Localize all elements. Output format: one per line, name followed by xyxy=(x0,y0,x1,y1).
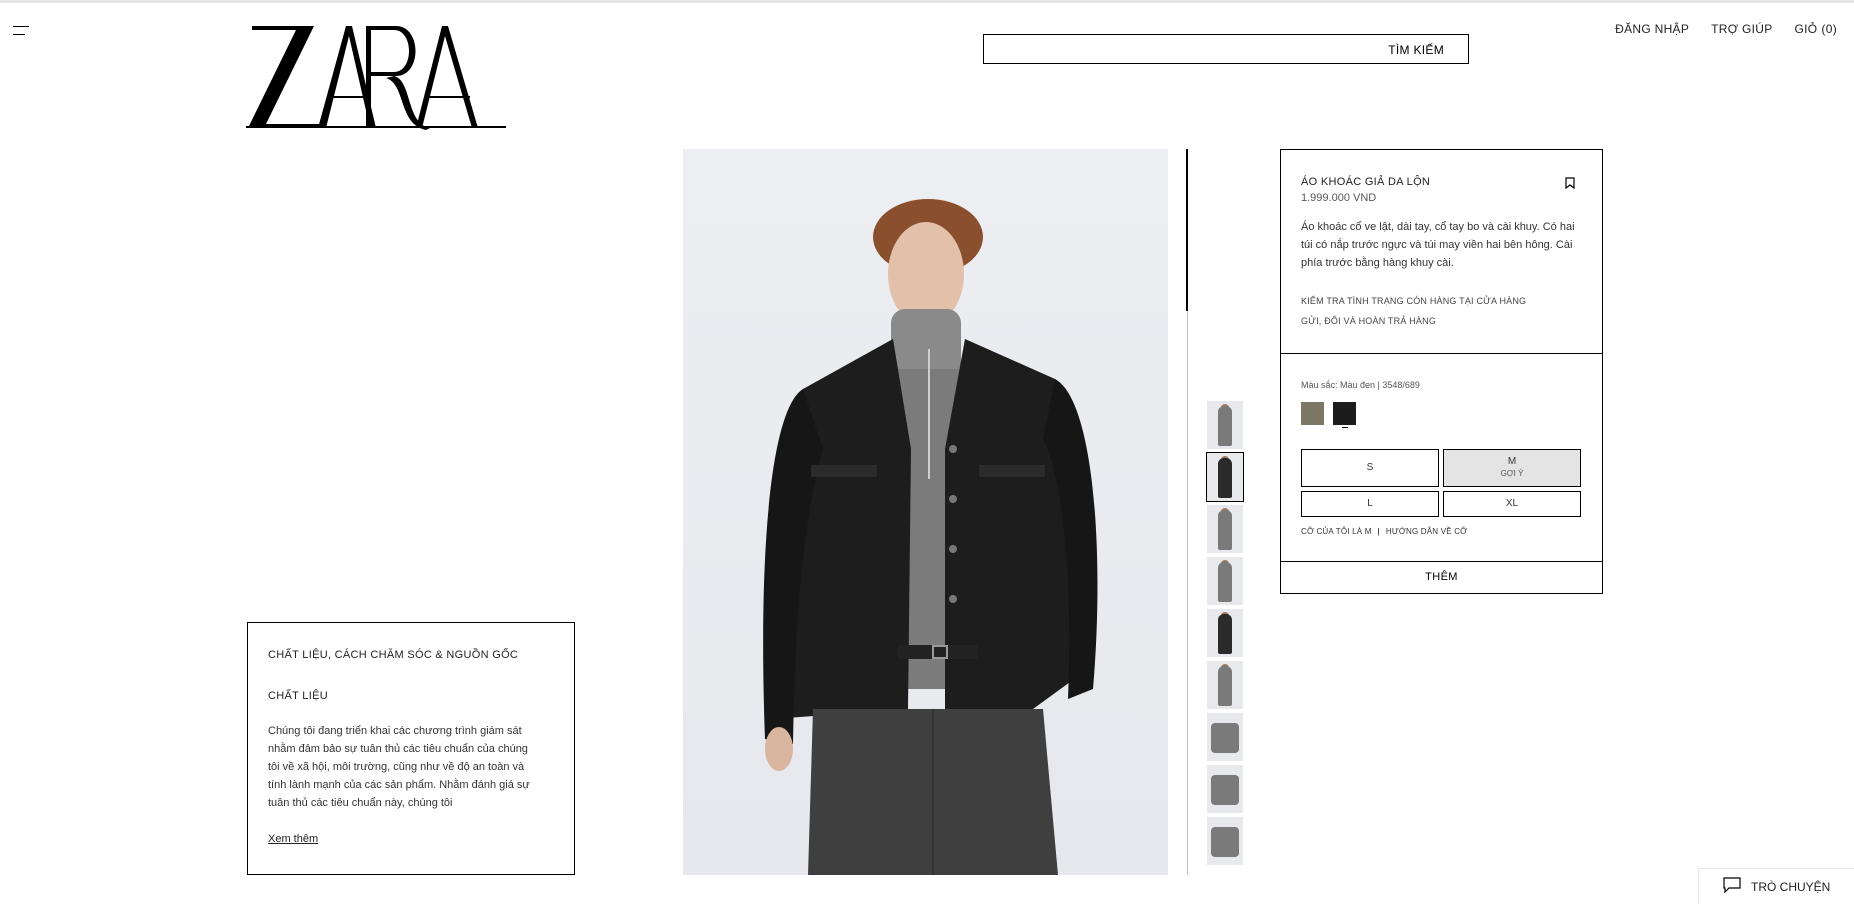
hamburger-icon[interactable] xyxy=(13,24,29,36)
product-name: ÁO KHOÁC GIẢ DA LỘN xyxy=(1301,176,1431,188)
selected-color-indicator xyxy=(1342,427,1348,428)
thumbnail-1[interactable] xyxy=(1207,401,1243,449)
color-swatch-olive[interactable] xyxy=(1301,402,1324,425)
thumbnail-7[interactable] xyxy=(1207,713,1243,761)
chat-button[interactable]: TRÒ CHUYỆN xyxy=(1698,868,1854,904)
size-s-button[interactable]: S xyxy=(1301,449,1439,487)
search-label: TÌM KIẾM xyxy=(1388,43,1444,57)
thumbnail-strip xyxy=(1206,401,1244,869)
product-info-panel: ÁO KHOÁC GIẢ DA LỘN 1.999.000 VND Áo kho… xyxy=(1280,149,1603,594)
product-main-image[interactable] xyxy=(683,149,1168,875)
top-border xyxy=(0,0,1854,3)
thumbnail-3[interactable] xyxy=(1207,505,1243,553)
material-body: Chúng tôi đang triển khai các chương trì… xyxy=(268,725,530,809)
shipping-returns-link[interactable]: GỬI, ĐỔI VÀ HOÀN TRẢ HÀNG xyxy=(1301,316,1436,326)
product-price: 1.999.000 VND xyxy=(1301,192,1377,204)
thumbnail-5[interactable] xyxy=(1207,609,1243,657)
size-guide-link[interactable]: HƯỚNG DẪN VỀ CỠ xyxy=(1386,527,1467,536)
add-to-cart-button[interactable]: THÊM xyxy=(1281,562,1602,593)
chat-bubble-icon xyxy=(1723,877,1741,896)
cart-label: GIỎ xyxy=(1794,22,1818,36)
thumbnail-8[interactable] xyxy=(1207,765,1243,813)
cart-link[interactable]: GIỎ (0) xyxy=(1795,22,1837,36)
login-link[interactable]: ĐĂNG NHẬP xyxy=(1615,22,1689,36)
size-l-button[interactable]: L xyxy=(1301,491,1439,517)
divider: | xyxy=(1377,527,1380,536)
product-description: Áo khoác cổ ve lật, dài tay, cổ tay bo v… xyxy=(1301,221,1575,269)
see-more-link[interactable]: Xem thêm xyxy=(268,833,318,845)
help-link[interactable]: TRỢ GIÚP xyxy=(1711,22,1772,36)
color-label: Màu sắc: Màu đen | 3548/689 xyxy=(1301,380,1420,390)
size-note: CỠ CỦA TÔI LÀ M | HƯỚNG DẪN VỀ CỠ xyxy=(1301,527,1467,536)
store-availability-link[interactable]: KIỂM TRA TÌNH TRẠNG CÒN HÀNG TẠI CỬA HÀN… xyxy=(1301,296,1526,306)
image-scroll-thumb[interactable] xyxy=(1186,149,1188,311)
my-size-text[interactable]: CỠ CỦA TÔI LÀ M xyxy=(1301,527,1372,536)
material-care-panel: CHẤT LIỆU, CÁCH CHĂM SÓC & NGUỒN GỐC CHẤ… xyxy=(247,622,575,875)
zara-logo[interactable] xyxy=(246,20,506,132)
size-xl-button[interactable]: XL xyxy=(1443,491,1581,517)
search-input[interactable]: TÌM KIẾM xyxy=(983,34,1469,64)
cart-count: (0) xyxy=(1821,22,1837,36)
thumbnail-2[interactable] xyxy=(1206,452,1244,502)
size-m-hint: GỢI Ý xyxy=(1500,469,1524,478)
bookmark-icon[interactable] xyxy=(1565,176,1575,190)
size-m-label: M xyxy=(1507,456,1517,467)
material-subtitle: CHẤT LIỆU xyxy=(268,690,328,702)
thumbnail-9[interactable] xyxy=(1207,817,1243,865)
material-care-title: CHẤT LIỆU, CÁCH CHĂM SÓC & NGUỒN GỐC xyxy=(268,649,519,661)
thumbnail-4[interactable] xyxy=(1207,557,1243,605)
color-swatch-black[interactable] xyxy=(1333,402,1356,425)
size-m-button[interactable]: M GỢI Ý xyxy=(1443,449,1581,487)
top-nav: ĐĂNG NHẬP TRỢ GIÚP GIỎ (0) xyxy=(1615,22,1837,36)
chat-label: TRÒ CHUYỆN xyxy=(1751,879,1831,894)
thumbnail-6[interactable] xyxy=(1207,661,1243,709)
